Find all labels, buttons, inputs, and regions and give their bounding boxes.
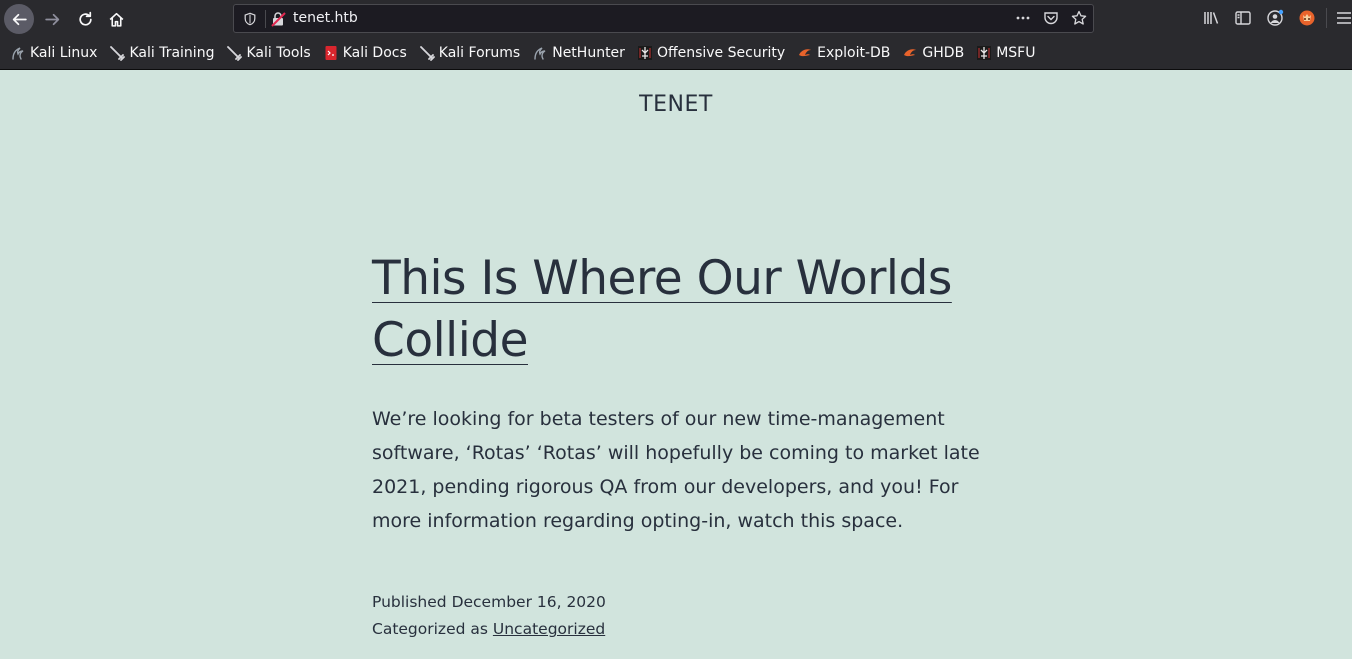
bookmark-label: MSFU xyxy=(996,45,1036,61)
url-actions xyxy=(1015,10,1087,26)
post-title: This Is Where Our Worlds Collide xyxy=(372,248,972,372)
post-meta: Published December 16, 2020 Categorized … xyxy=(372,589,606,643)
pocket-icon xyxy=(1044,12,1058,25)
post-body: We’re looking for beta testers of our ne… xyxy=(372,408,980,532)
reload-button[interactable] xyxy=(70,4,100,34)
bookmark-item[interactable]: Kali Linux xyxy=(10,45,97,61)
url-separator xyxy=(265,10,266,28)
page-actions-button[interactable] xyxy=(1015,10,1031,26)
bookmark-label: Kali Linux xyxy=(30,45,98,61)
exploitdb-icon xyxy=(797,45,813,61)
pocket-button[interactable] xyxy=(1043,10,1059,26)
star-icon xyxy=(1071,10,1087,25)
category-link[interactable]: Uncategorized xyxy=(493,620,605,638)
toolbar-right-tools xyxy=(1200,8,1328,28)
browser-toolbar: tenet.htb xyxy=(0,0,1352,37)
library-icon xyxy=(1204,12,1219,24)
bookmark-item[interactable]: Kali Forums xyxy=(419,45,520,61)
bookmark-item[interactable]: Offensive Security xyxy=(637,45,785,61)
post-published: Published December 16, 2020 xyxy=(372,589,606,616)
bookmark-label: Kali Forums xyxy=(438,45,521,61)
tracking-shield-icon[interactable] xyxy=(243,12,257,26)
bookmark-star-button[interactable] xyxy=(1071,10,1087,26)
bookmark-item[interactable]: MSFU xyxy=(976,45,1035,61)
offsec-icon xyxy=(637,45,653,61)
bookmark-label: NetHunter xyxy=(552,45,625,61)
kali-sword-icon xyxy=(226,45,243,61)
foxyproxy-icon xyxy=(1299,10,1315,26)
published-label: Published xyxy=(372,593,447,611)
url-text[interactable]: tenet.htb xyxy=(293,10,358,26)
account-icon xyxy=(1267,9,1284,26)
web-page: TENET This Is Where Our Worlds Collide W… xyxy=(0,70,1352,659)
insecure-lock-icon[interactable] xyxy=(270,11,286,27)
reload-icon xyxy=(78,11,92,26)
bookmarks-toolbar: Kali Linux Kali Training Kali Tools Kali Do… xyxy=(0,37,1352,70)
more-dots-icon xyxy=(1016,16,1030,20)
exploitdb-icon xyxy=(902,45,918,61)
bookmark-item[interactable]: Kali Tools xyxy=(226,45,311,61)
category-label: Categorized as xyxy=(372,620,488,638)
kali-sword-icon xyxy=(109,45,126,61)
back-button[interactable] xyxy=(4,4,34,34)
bookmark-item[interactable]: GHDB xyxy=(902,45,964,61)
account-button[interactable] xyxy=(1264,8,1286,28)
bookmark-label: Offensive Security xyxy=(656,45,786,61)
bookmark-label: GHDB xyxy=(922,45,965,61)
extension-button[interactable] xyxy=(1296,8,1318,28)
url-bar[interactable]: tenet.htb xyxy=(233,4,1094,33)
bookmark-label: Kali Tools xyxy=(246,45,311,61)
site-title[interactable]: TENET xyxy=(0,92,1352,117)
bookmark-label: Exploit-DB xyxy=(817,45,891,61)
kali-dragon-icon xyxy=(532,45,548,61)
post-category: Categorized as Uncategorized xyxy=(372,616,606,643)
bookmark-label: Kali Training xyxy=(129,45,215,61)
home-icon xyxy=(109,12,123,27)
bookmark-item[interactable]: Exploit-DB xyxy=(797,45,890,61)
post-title-link[interactable]: This Is Where Our Worlds Collide xyxy=(372,251,952,368)
arrow-right-icon xyxy=(44,13,59,25)
forward-button[interactable] xyxy=(37,4,67,34)
bookmark-item[interactable]: NetHunter xyxy=(532,45,625,61)
hamburger-menu-icon[interactable] xyxy=(1336,9,1352,27)
bookmark-item[interactable]: Kali Docs xyxy=(323,45,407,61)
sidebar-icon xyxy=(1235,11,1251,25)
kali-sword-icon xyxy=(419,45,435,61)
library-button[interactable] xyxy=(1200,8,1222,28)
bookmark-item[interactable]: Kali Training xyxy=(109,45,214,61)
bookmark-label: Kali Docs xyxy=(342,45,407,61)
offsec-icon xyxy=(976,45,992,61)
sidebar-button[interactable] xyxy=(1232,8,1254,28)
kali-docs-icon xyxy=(323,45,339,61)
kali-dragon-icon xyxy=(10,45,26,61)
published-date: December 16, 2020 xyxy=(451,593,606,611)
toolbar-separator xyxy=(1326,8,1327,28)
arrow-left-icon xyxy=(12,13,27,25)
home-button[interactable] xyxy=(101,4,131,34)
